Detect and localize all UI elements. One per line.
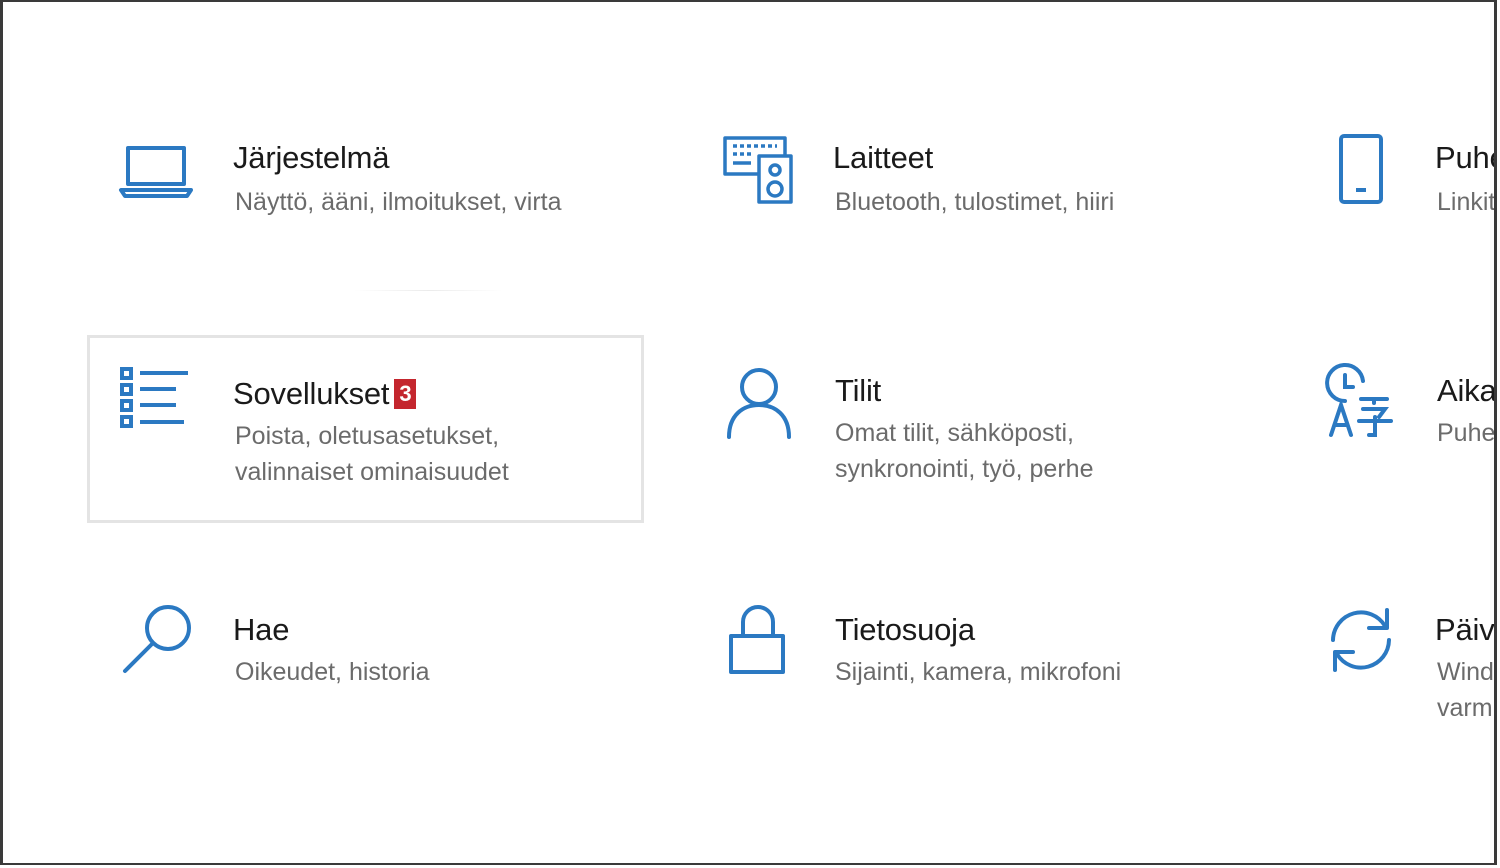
- lock-icon: [721, 602, 797, 678]
- tile-title: Sovellukset 3: [233, 376, 417, 412]
- tile-privacy[interactable]: Tietosuoja Sijainti, kamera, mikrofoni: [693, 572, 1248, 742]
- tile-apps[interactable]: Sovellukset 3 Poista, oletusasetukset, va…: [87, 335, 644, 523]
- time-language-icon: [1323, 363, 1399, 441]
- tile-title: Tietosuoja: [835, 612, 975, 647]
- apps-list-icon: [118, 366, 194, 442]
- tile-title: Hae: [233, 612, 290, 647]
- tile-description: Sijainti, kamera, mikrofoni: [835, 658, 1122, 686]
- tile-description: Oikeudet, historia: [235, 658, 430, 686]
- laptop-icon: [118, 132, 194, 208]
- tile-title: Aika: [1437, 373, 1497, 408]
- update-sync-icon: [1323, 602, 1399, 678]
- tile-description: Bluetooth, tulostimet, hiiri: [835, 188, 1115, 216]
- tile-description: Puhe,: [1437, 419, 1497, 447]
- tile-title: Tilit: [835, 373, 882, 408]
- search-icon: [121, 602, 197, 678]
- tile-system[interactable]: Järjestelmä Näyttö, ääni, ilmoitukset, v…: [93, 102, 648, 272]
- phone-icon: [1323, 132, 1399, 208]
- tile-phone[interactable]: Puhe Linkit: [1293, 102, 1496, 272]
- tile-title: Järjestelmä: [233, 140, 390, 175]
- divider: [353, 290, 503, 291]
- callout-badge: 3: [394, 379, 417, 409]
- tile-description: Näyttö, ääni, ilmoitukset, virta: [235, 188, 562, 216]
- tile-search[interactable]: Hae Oikeudet, historia: [93, 572, 648, 742]
- tile-update[interactable]: Päivi Wind varm: [1293, 572, 1497, 742]
- tile-description: Wind varm: [1437, 658, 1494, 722]
- settings-window: Järjestelmä Näyttö, ääni, ilmoitukset, v…: [0, 0, 1497, 865]
- tile-description: Linkit: [1437, 188, 1496, 216]
- tile-description: Omat tilit, sähköposti, synkronointi, ty…: [835, 419, 1094, 483]
- tile-time-language[interactable]: Aika Puhe,: [1293, 335, 1497, 523]
- tile-title-text: Sovellukset: [233, 376, 390, 411]
- tile-devices[interactable]: Laitteet Bluetooth, tulostimet, hiiri: [693, 102, 1248, 272]
- tile-title: Laitteet: [833, 140, 934, 175]
- person-icon: [721, 365, 797, 441]
- tile-title: Puhe: [1435, 140, 1494, 175]
- tile-title: Päivi: [1435, 612, 1497, 647]
- tile-description: Poista, oletusasetukset, valinnaiset omi…: [235, 422, 509, 486]
- tile-accounts[interactable]: Tilit Omat tilit, sähköposti, synkronoin…: [693, 335, 1248, 523]
- keyboard-speaker-icon: [721, 132, 797, 208]
